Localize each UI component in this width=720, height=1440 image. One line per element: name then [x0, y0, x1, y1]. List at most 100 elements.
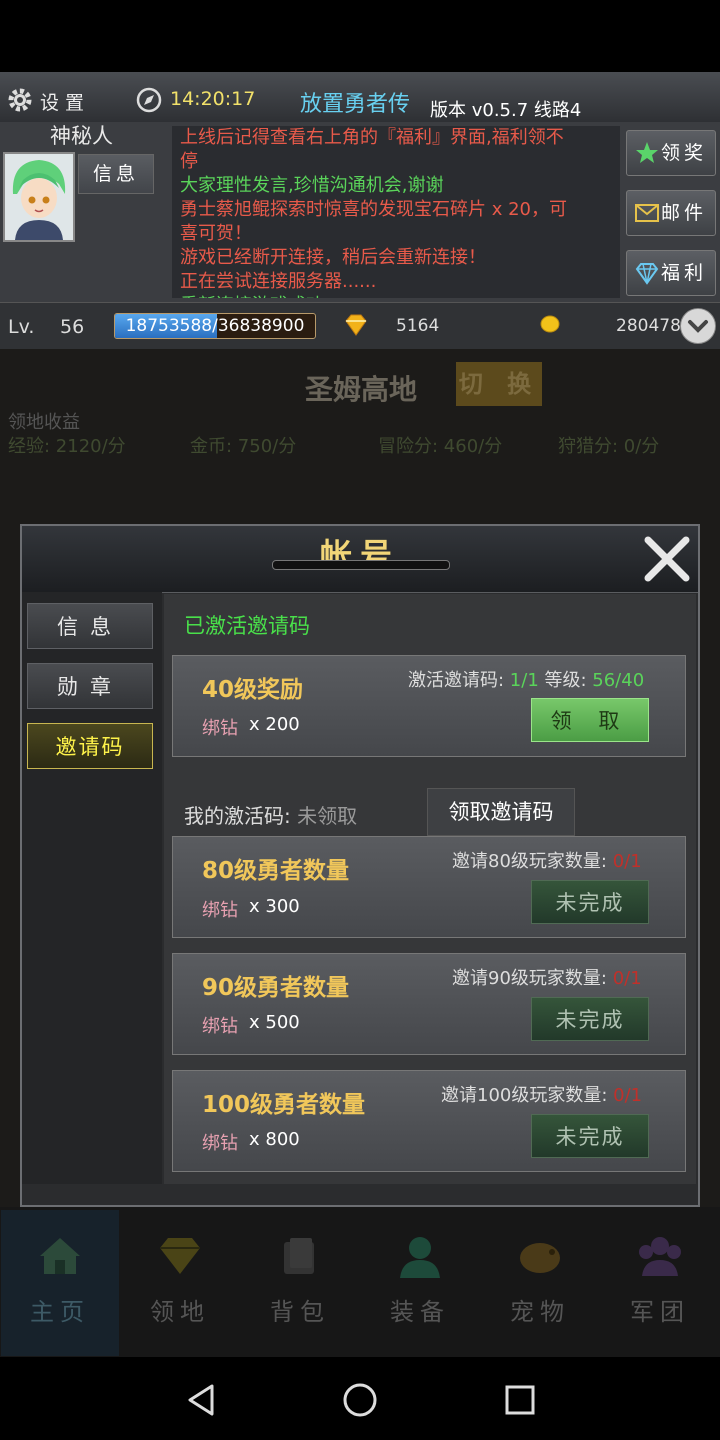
- nav-home-label: 主页: [30, 1298, 90, 1326]
- card-requirement: 邀请90级玩家数量: 0/1: [452, 964, 642, 990]
- welfare-button[interactable]: 福利: [626, 250, 716, 296]
- nav-pets[interactable]: 宠物: [481, 1210, 599, 1356]
- req-label: 邀请100级玩家数量:: [441, 1085, 614, 1106]
- req-extra-label: 等级:: [538, 670, 593, 691]
- chat-message: 游戏已经断开连接，稍后会重新连接！: [180, 247, 486, 268]
- diamond-icon: [160, 1238, 200, 1274]
- get-invite-code-button[interactable]: 领取邀请码: [427, 788, 575, 836]
- reward-type: 绑钻: [202, 1133, 238, 1154]
- avatar-portrait-icon: [5, 154, 73, 240]
- mail-label: 邮件: [661, 202, 708, 224]
- home-circle-icon[interactable]: [342, 1382, 378, 1418]
- card-requirement: 激活邀请码: 1/1 等级: 56/40: [408, 666, 644, 692]
- bag-icon: [284, 1238, 314, 1274]
- person-icon: [400, 1237, 440, 1278]
- card-title: 90级勇者数量: [202, 975, 350, 1001]
- reward-amount: x 200: [249, 714, 300, 735]
- compass-icon: [136, 87, 162, 113]
- chat-message: 停: [180, 151, 198, 172]
- chat-message: 上线后记得查看右上角的『福利』界面,福利领不: [180, 127, 564, 148]
- info-button[interactable]: 信息: [78, 154, 154, 194]
- req-value: 0/1: [612, 851, 642, 872]
- income-hunt: 狩猎分: 0/分: [558, 436, 660, 457]
- chevron-down-icon: [688, 320, 708, 333]
- nav-backpack-label: 背包: [270, 1298, 330, 1326]
- reward-label: 领奖: [661, 142, 708, 164]
- card-requirement: 邀请80级玩家数量: 0/1: [452, 847, 642, 873]
- nav-equipment-label: 装备: [390, 1298, 450, 1326]
- req-label: 邀请80级玩家数量:: [452, 851, 613, 872]
- reward-amount: x 500: [249, 1012, 300, 1033]
- chat-message: 喜可贺！: [180, 223, 252, 244]
- title-ornament: [272, 560, 450, 570]
- settings-button[interactable]: 设 置: [40, 88, 84, 115]
- switch-region-button: 切 换: [456, 362, 542, 406]
- close-icon[interactable]: [640, 532, 694, 586]
- level-label: Lv.: [8, 316, 35, 338]
- recents-icon[interactable]: [504, 1384, 536, 1416]
- expand-button[interactable]: [680, 308, 716, 344]
- back-icon[interactable]: [184, 1382, 218, 1418]
- coin-icon: [540, 315, 560, 333]
- nav-equipment[interactable]: 装备: [361, 1210, 479, 1356]
- coin-count: 280478: [616, 316, 681, 336]
- req-value: 0/1: [613, 1085, 643, 1106]
- level-value: 56: [60, 316, 85, 338]
- gear-icon[interactable]: [6, 86, 34, 114]
- player-name: 神秘人: [50, 124, 113, 148]
- status-bar: [0, 0, 720, 72]
- tab-info[interactable]: 信息: [27, 603, 153, 649]
- exp-bar: 18753588/36838900: [114, 313, 316, 339]
- card-title: 80级勇者数量: [202, 858, 350, 884]
- exp-total: /36838900: [212, 316, 305, 336]
- req-value: 1/1: [509, 670, 539, 691]
- mail-button[interactable]: 邮件: [626, 190, 716, 236]
- req-extra-value: 56/40: [592, 670, 645, 691]
- envelope-icon: [635, 204, 659, 222]
- tab-invite-code[interactable]: 邀请码: [27, 723, 153, 769]
- nav-territory[interactable]: 领地: [121, 1210, 239, 1356]
- nav-pets-label: 宠物: [510, 1298, 570, 1326]
- incomplete-button[interactable]: 未完成: [531, 1114, 649, 1158]
- reward-type: 绑钻: [202, 718, 238, 739]
- nav-backpack[interactable]: 背包: [241, 1210, 359, 1356]
- claim-button[interactable]: 领 取: [531, 698, 649, 742]
- welfare-label: 福利: [661, 262, 708, 284]
- my-code-label-text: 我的激活码:: [184, 804, 298, 828]
- gem-icon: [345, 314, 367, 336]
- nav-home[interactable]: 主页: [1, 1210, 119, 1356]
- my-code-label: 我的激活码: 未领取: [184, 800, 357, 829]
- chat-log[interactable]: 上线后记得查看右上角的『福利』界面,福利领不停大家理性发言,珍惜沟通机会,谢谢勇…: [172, 126, 620, 298]
- incomplete-button[interactable]: 未完成: [531, 880, 649, 924]
- req-label: 邀请90级玩家数量:: [452, 968, 613, 989]
- chat-message: 重新连接游戏成功!: [180, 294, 612, 298]
- activated-code-label: 已激活邀请码: [184, 614, 310, 638]
- region-title: 圣姆高地: [305, 373, 418, 406]
- exp-text: 18753588/36838900: [115, 314, 315, 338]
- avatar[interactable]: [3, 152, 75, 242]
- reward-type: 绑钻: [202, 1016, 238, 1037]
- chat-message: 勇士蔡旭鲲探索时惊喜的发现宝石碎片 x 20，可: [180, 199, 567, 220]
- income-gold: 金币: 750/分: [190, 436, 297, 457]
- incomplete-button[interactable]: 未完成: [531, 997, 649, 1041]
- star-icon: [636, 142, 658, 163]
- reward-amount: x 300: [249, 896, 300, 917]
- reward-type: 绑钻: [202, 900, 238, 921]
- nav-legion-label: 军团: [630, 1298, 690, 1326]
- income-label: 领地收益: [8, 412, 80, 433]
- req-label: 激活邀请码:: [408, 670, 510, 691]
- diamond-icon: [635, 263, 659, 285]
- tab-medals[interactable]: 勋章: [27, 663, 153, 709]
- piggy-icon: [520, 1243, 560, 1273]
- chat-message: 大家理性发言,珍惜沟通机会,谢谢: [180, 175, 444, 196]
- chat-message: 正在尝试连接服务器......: [180, 271, 377, 292]
- reward-button[interactable]: 领奖: [626, 130, 716, 176]
- house-icon: [40, 1238, 80, 1274]
- version-label: 版本 v0.5.7 线路4: [430, 100, 582, 121]
- my-code-value: 未领取: [297, 804, 358, 828]
- reward-amount: x 800: [249, 1129, 300, 1150]
- nav-territory-label: 领地: [150, 1298, 210, 1326]
- card-requirement: 邀请100级玩家数量: 0/1: [441, 1081, 642, 1107]
- nav-legion[interactable]: 军团: [601, 1210, 719, 1356]
- clock-time: 14:20:17: [170, 88, 256, 110]
